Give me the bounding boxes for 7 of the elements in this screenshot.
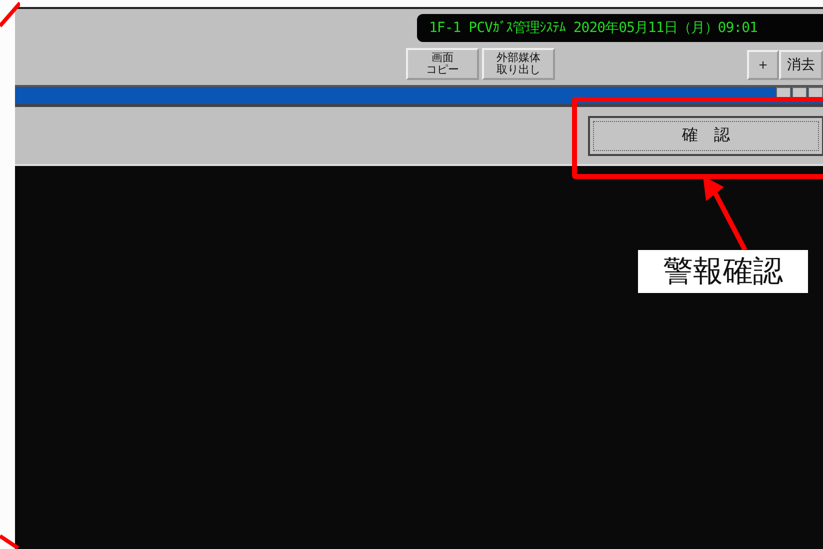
toolbar-button[interactable]: 外部媒体 取り出し xyxy=(482,48,555,80)
toolbar-button[interactable]: 消去 xyxy=(779,50,823,80)
toolbar-button[interactable]: ＋ xyxy=(747,50,779,80)
status-display: 1F-1 PCVｶﾞｽ管理ｼｽﾃﾑ 2020年05月11日（月）09:01 xyxy=(417,14,823,42)
confirm-button[interactable]: 確 認 xyxy=(588,116,823,156)
toolbar-button[interactable]: 画面 コピー xyxy=(406,48,479,80)
callout-label: 警報確認 xyxy=(638,250,808,293)
